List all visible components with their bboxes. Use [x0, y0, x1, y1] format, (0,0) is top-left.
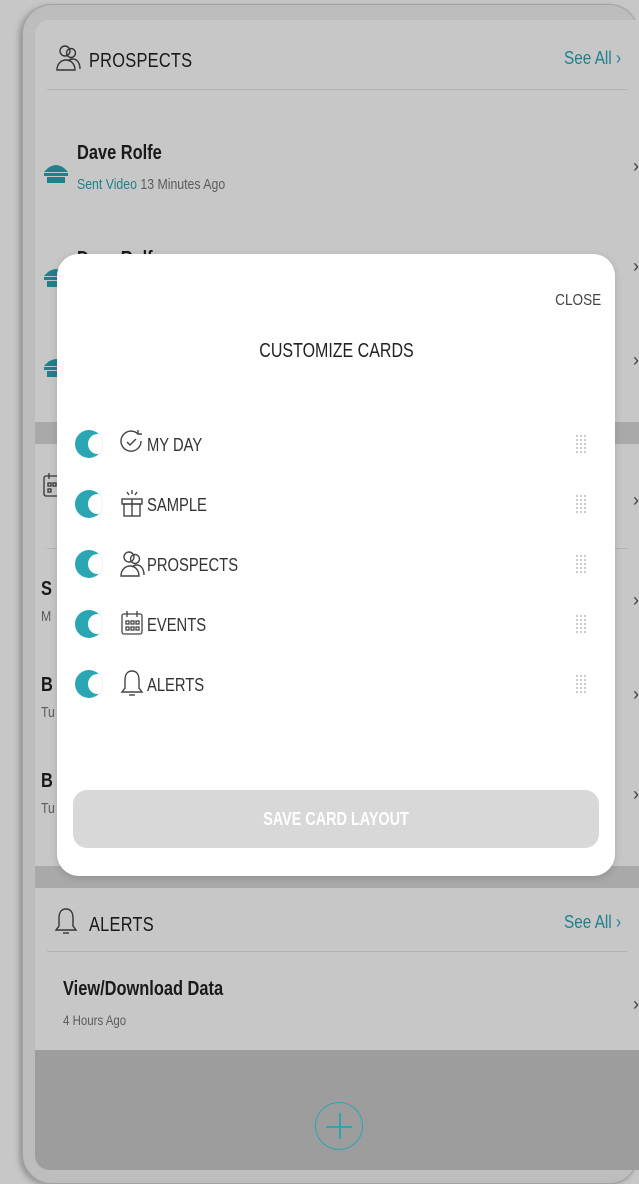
alerts-toggle[interactable] [75, 670, 103, 698]
card-toggle-label: MY DAY [147, 435, 203, 455]
calendar-icon [121, 611, 143, 635]
card-toggle-row-my-day: MY DAY [75, 426, 605, 466]
card-toggle-label: EVENTS [147, 615, 207, 635]
sample-toggle[interactable] [75, 490, 103, 518]
events-toggle[interactable] [75, 610, 103, 638]
modal-title-text: CUSTOMIZE CARDS [258, 340, 414, 362]
drag-handle-icon[interactable] [575, 494, 587, 514]
drag-handle-icon[interactable] [575, 674, 587, 694]
drag-handle-icon[interactable] [575, 434, 587, 454]
drag-handle-icon[interactable] [575, 614, 587, 634]
prospects-toggle[interactable] [75, 550, 103, 578]
clock-check-icon [120, 430, 142, 452]
card-toggle-row-events: EVENTS [75, 606, 605, 646]
card-toggle-label: SAMPLE [147, 495, 207, 515]
card-toggle-row-prospects: PROSPECTS [75, 546, 605, 586]
close-button[interactable]: CLOSE [555, 292, 601, 310]
my-day-toggle[interactable] [75, 430, 103, 458]
device: PROSPECTS See All › Dave Rolfe Sent Vide… [0, 0, 639, 1184]
card-toggle-label: PROSPECTS [147, 555, 239, 575]
people-icon [120, 551, 145, 577]
bell-icon [120, 670, 144, 696]
drag-handle-icon[interactable] [575, 554, 587, 574]
modal-title: CUSTOMIZE CARDS [57, 340, 615, 363]
save-card-layout-button[interactable]: SAVE CARD LAYOUT [73, 790, 599, 848]
add-button[interactable] [315, 1102, 363, 1150]
card-toggle-row-alerts: ALERTS [75, 666, 605, 706]
gift-icon [121, 490, 143, 517]
customize-cards-modal: CLOSE CUSTOMIZE CARDS MY DAY SAMPLE PROS… [57, 254, 615, 876]
card-toggle-label: ALERTS [147, 675, 205, 695]
card-toggle-row-sample: SAMPLE [75, 486, 605, 526]
save-card-layout-label: SAVE CARD LAYOUT [263, 809, 409, 829]
